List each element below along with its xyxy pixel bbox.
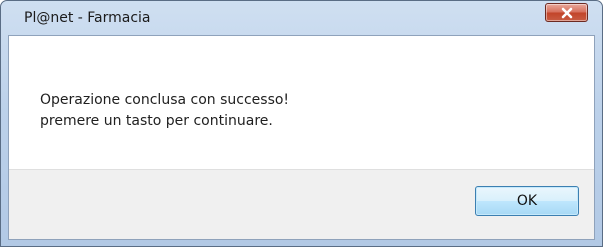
message-line-2: premere un tasto per continuare.: [40, 113, 273, 129]
window-title: Pl@net - Farmacia: [24, 10, 151, 26]
message-box-window: Pl@net - Farmacia Operazione conclusa co…: [0, 0, 603, 247]
button-bar: OK: [9, 169, 594, 239]
message-text: Operazione conclusa con successo! premer…: [40, 90, 580, 132]
message-line-1: Operazione conclusa con successo!: [40, 92, 290, 108]
title-bar[interactable]: Pl@net - Farmacia: [1, 1, 602, 35]
ok-button[interactable]: OK: [475, 186, 579, 216]
dialog-content: Operazione conclusa con successo! premer…: [8, 35, 595, 240]
close-button[interactable]: [545, 3, 588, 22]
close-icon: [561, 7, 573, 19]
